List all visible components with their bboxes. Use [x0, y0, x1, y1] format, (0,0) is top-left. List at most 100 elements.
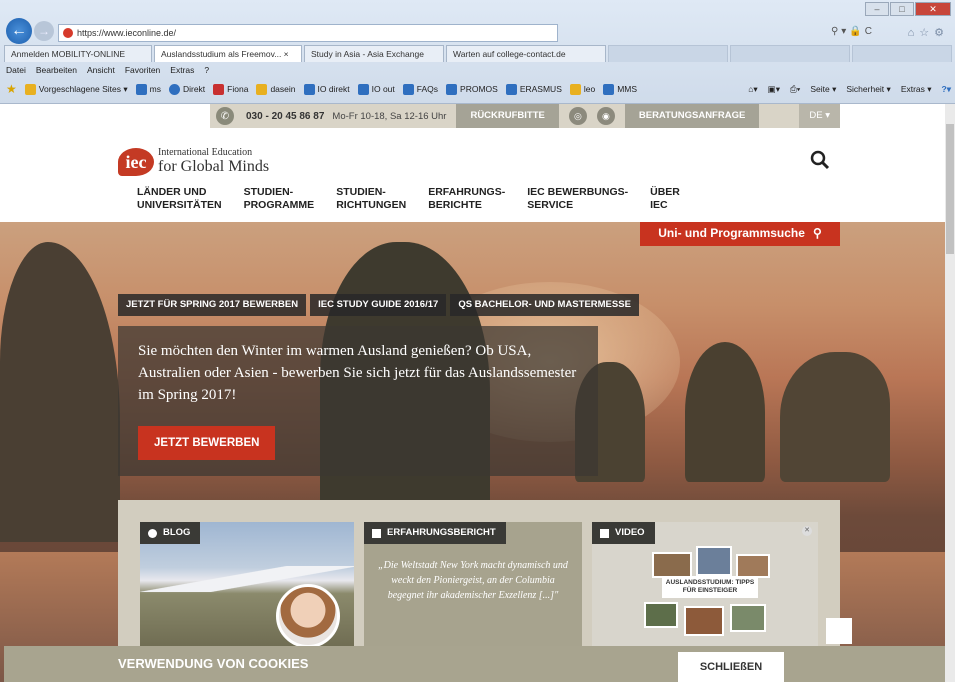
search-refresh-icons[interactable]: ⚲▾🔒C — [831, 26, 875, 37]
video-tag-label: VIDEO — [615, 527, 645, 538]
tab-auslandsstudium[interactable]: Auslandsstudium als Freemov... × — [154, 45, 302, 62]
nav-about-iec[interactable]: ÜBER IEC — [650, 186, 680, 211]
iec-logo[interactable]: iec International Education for Global M… — [118, 148, 269, 176]
fav-ms[interactable]: ms — [135, 83, 161, 95]
menu-bar: Datei Bearbeiten Ansicht Favoriten Extra… — [6, 65, 209, 75]
hero-message-box: Sie möchten den Winter im warmen Ausland… — [118, 326, 598, 476]
hero-tabs: JETZT FÜR SPRING 2017 BEWERBEN IEC STUDY… — [118, 294, 639, 316]
scroll-to-top-button[interactable] — [826, 618, 852, 644]
command-extras[interactable]: Extras ▾ — [901, 84, 932, 95]
fav-promos[interactable]: PROMOS — [446, 83, 498, 95]
fav-mms[interactable]: MMS — [603, 83, 637, 95]
menu-favoriten[interactable]: Favoriten — [125, 65, 160, 75]
hero-tab-spring-2017[interactable]: JETZT FÜR SPRING 2017 BEWERBEN — [118, 294, 307, 316]
io-out-icon — [357, 83, 369, 95]
fav-fiona[interactable]: Fiona — [213, 83, 248, 95]
whatsapp-icon[interactable]: ◉ — [596, 107, 615, 125]
menu-ansicht[interactable]: Ansicht — [87, 65, 115, 75]
hero-rock-right-3 — [780, 352, 890, 482]
fav-faqs[interactable]: FAQs — [402, 83, 438, 95]
callback-button[interactable]: RÜCKRUFBITTE — [456, 104, 559, 128]
tab-blank-3[interactable] — [852, 45, 952, 62]
experience-report-card[interactable]: ERFAHRUNGSBERICHT „Die Weltstadt New Yor… — [364, 522, 582, 652]
fav-io-out[interactable]: IO out — [357, 83, 395, 95]
menu-datei[interactable]: Datei — [6, 65, 26, 75]
nav-experience-reports[interactable]: ERFAHRUNGS- BERICHTE — [428, 186, 505, 211]
nav-countries-universities[interactable]: LÄNDER UND UNIVERSITÄTEN — [137, 186, 222, 211]
page-scrollbar[interactable] — [945, 104, 955, 682]
video-photo-5 — [684, 606, 724, 636]
program-finder-label: Uni- und Programmsuche — [658, 226, 805, 240]
fav-dasein[interactable]: dasein — [256, 83, 296, 95]
fav-erasmus[interactable]: ERASMUS — [505, 83, 562, 95]
mms-icon — [603, 83, 615, 95]
menu-bearbeiten[interactable]: Bearbeiten — [36, 65, 77, 75]
io-direkt-icon — [303, 83, 315, 95]
maximize-button[interactable]: □ — [890, 2, 914, 16]
video-close-icon[interactable]: ✕ — [802, 526, 812, 536]
main-navigation: LÄNDER UND UNIVERSITÄTEN STUDIEN- PROGRA… — [137, 186, 680, 211]
help-icon[interactable]: ?▾ — [942, 84, 951, 95]
address-bar[interactable]: https://www.ieconline.de/ — [58, 24, 558, 42]
print-icon[interactable]: ⎙▾ — [790, 84, 800, 95]
video-photo-4 — [644, 602, 678, 628]
browser-chrome: ← → https://www.ieconline.de/ ⚲▾🔒C – □ ✕… — [0, 0, 955, 104]
minimize-button[interactable]: – — [865, 2, 889, 16]
blog-tag: BLOG — [140, 522, 201, 544]
menu-help[interactable]: ? — [204, 65, 209, 75]
chat-icon[interactable]: ◎ — [568, 107, 587, 125]
forward-button[interactable]: → — [34, 21, 54, 41]
tab-blank-2[interactable] — [730, 45, 850, 62]
fav-io-direkt[interactable]: IO direkt — [303, 83, 350, 95]
document-icon — [372, 528, 381, 538]
search-icon[interactable] — [810, 150, 830, 170]
hero-tab-study-guide[interactable]: IEC STUDY GUIDE 2016/17 — [310, 294, 447, 316]
speech-bubble-icon — [148, 528, 157, 538]
home-favorites-settings-icons[interactable]: ⌂☆⚙ — [908, 26, 949, 39]
program-finder-button[interactable]: Uni- und Programmsuche ⚲ — [640, 222, 840, 246]
scroll-thumb[interactable] — [946, 124, 954, 254]
contact-topbar: ✆ 030 - 20 45 86 87 Mo-Fr 10-18, Sa 12-1… — [210, 104, 840, 128]
command-seite[interactable]: Seite ▾ — [810, 84, 836, 95]
hero-banner: Uni- und Programmsuche ⚲ JETZT FÜR SPRIN… — [0, 222, 955, 682]
nav-study-programs[interactable]: STUDIEN- PROGRAMME — [244, 186, 315, 211]
blog-tag-label: BLOG — [163, 527, 191, 538]
cookie-title: VERWENDUNG VON COOKIES — [118, 656, 309, 671]
home-icon[interactable]: ⌂▾ — [748, 84, 757, 95]
tab-college-contact[interactable]: Warten auf college-contact.de — [446, 45, 606, 62]
tab-blank-1[interactable] — [608, 45, 728, 62]
video-photo-2 — [696, 546, 732, 576]
report-tag-label: ERFAHRUNGSBERICHT — [387, 527, 496, 538]
phone-icon: ✆ — [216, 107, 234, 125]
cookie-banner: VERWENDUNG VON COOKIES SCHLIEßEN — [4, 646, 950, 682]
fav-direkt[interactable]: Direkt — [168, 83, 205, 95]
leo-icon — [569, 83, 581, 95]
report-quote: „Die Weltstadt New York macht dynamisch … — [378, 560, 568, 601]
back-button[interactable]: ← — [6, 18, 32, 44]
close-button[interactable]: ✕ — [915, 2, 951, 16]
fav-suggested-sites[interactable]: Vorgeschlagene Sites ▾ — [24, 83, 128, 95]
tab-mobility-online[interactable]: Anmelden MOBILITY-ONLINE — [4, 45, 152, 62]
menu-extras[interactable]: Extras — [170, 65, 194, 75]
blog-card[interactable]: BLOG — [140, 522, 354, 652]
fav-leo[interactable]: leo — [569, 83, 595, 95]
favorites-star-icon[interactable]: ★ — [6, 82, 17, 96]
command-sicherheit[interactable]: Sicherheit ▾ — [846, 84, 890, 95]
video-caption: AUSLANDSSTUDIUM: TIPPS FÜR EINSTEIGER — [662, 576, 758, 598]
feeds-icon[interactable]: ▣▾ — [768, 84, 780, 95]
cookie-close-button[interactable]: SCHLIEßEN — [678, 652, 784, 682]
apply-now-button[interactable]: JETZT BEWERBEN — [138, 426, 276, 460]
hero-tab-qs-fair[interactable]: QS BACHELOR- UND MASTERMESSE — [450, 294, 639, 316]
language-select[interactable]: DE ▾ — [799, 104, 840, 128]
phone-number[interactable]: 030 - 20 45 86 87 — [246, 111, 324, 122]
hero-rock-left — [0, 242, 120, 542]
fiona-icon — [213, 83, 225, 95]
logo-text: International Education for Global Minds — [158, 148, 269, 175]
logo-line2: for Global Minds — [158, 157, 270, 175]
video-photo-1 — [652, 552, 692, 578]
nav-study-fields[interactable]: STUDIEN- RICHTUNGEN — [336, 186, 406, 211]
video-card[interactable]: VIDEO ✕ AUSLANDSSTUDIUM: TIPPS FÜR EINST… — [592, 522, 818, 652]
consult-request-button[interactable]: BERATUNGSANFRAGE — [624, 104, 760, 128]
nav-application-service[interactable]: IEC BEWERBUNGS- SERVICE — [527, 186, 628, 211]
tab-study-in-asia[interactable]: Study in Asia - Asia Exchange — [304, 45, 444, 62]
